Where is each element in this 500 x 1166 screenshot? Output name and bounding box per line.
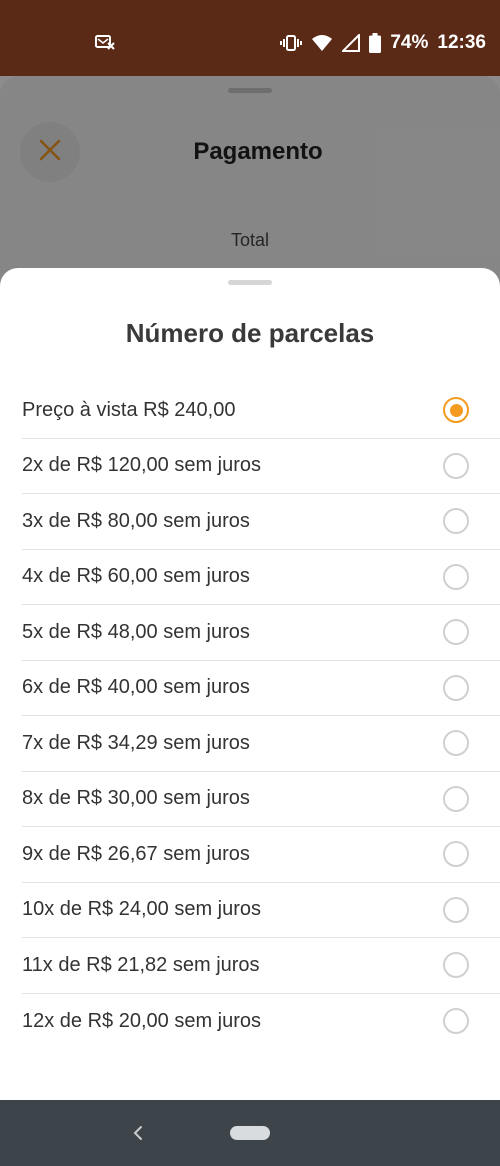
installment-option[interactable]: 11x de R$ 21,82 sem juros: [22, 938, 500, 994]
status-bar: 74% 12:36: [0, 0, 500, 76]
installment-option-label: Preço à vista R$ 240,00: [22, 398, 236, 421]
installment-option-label: 10x de R$ 24,00 sem juros: [22, 898, 262, 921]
installment-option[interactable]: Preço à vista R$ 240,00: [22, 383, 500, 439]
radio-unselected[interactable]: [443, 674, 469, 701]
installment-option-label: 7x de R$ 34,29 sem juros: [22, 731, 250, 754]
back-icon[interactable]: [130, 1122, 146, 1144]
radio-unselected[interactable]: [443, 896, 469, 923]
installment-option[interactable]: 6x de R$ 40,00 sem juros: [22, 661, 500, 716]
installment-option-label: 9x de R$ 26,67 sem juros: [22, 842, 250, 865]
installment-option[interactable]: 10x de R$ 24,00 sem juros: [22, 883, 500, 938]
screen: 74% 12:36 Pagamento Total Número de parc…: [0, 0, 500, 1166]
radio-unselected[interactable]: [443, 841, 469, 868]
battery-percent: 74%: [390, 32, 429, 53]
home-pill-button[interactable]: [230, 1126, 270, 1140]
installment-option[interactable]: 7x de R$ 34,29 sem juros: [22, 716, 500, 772]
sheet-drag-handle[interactable]: [228, 280, 272, 285]
radio-unselected[interactable]: [443, 563, 469, 590]
installment-option[interactable]: 4x de R$ 60,00 sem juros: [22, 550, 500, 605]
installment-option[interactable]: 8x de R$ 30,00 sem juros: [22, 772, 500, 827]
installment-option-label: 5x de R$ 48,00 sem juros: [22, 620, 250, 643]
installments-sheet: Número de parcelas Preço à vista R$ 240,…: [0, 268, 500, 1100]
installment-option[interactable]: 5x de R$ 48,00 sem juros: [22, 605, 500, 661]
message-x-icon: [95, 34, 115, 50]
radio-unselected[interactable]: [443, 1008, 469, 1035]
sheet-title: Número de parcelas: [125, 318, 375, 348]
vibrate-icon: [280, 34, 303, 52]
signal-icon: [342, 34, 361, 52]
radio-unselected[interactable]: [443, 619, 469, 646]
radio-unselected[interactable]: [443, 730, 469, 757]
installment-options: Preço à vista R$ 240,00 2x de R$ 120,00 s…: [0, 383, 500, 1049]
radio-unselected[interactable]: [443, 785, 469, 812]
battery-icon: [369, 33, 382, 53]
radio-unselected[interactable]: [443, 508, 469, 535]
radio-selected[interactable]: [443, 397, 469, 424]
installment-option[interactable]: 9x de R$ 26,67 sem juros: [22, 827, 500, 883]
installment-option-label: 11x de R$ 21,82 sem juros: [22, 953, 260, 976]
installment-option-label: 2x de R$ 120,00 sem juros: [22, 454, 262, 477]
navigation-bar: [0, 1100, 500, 1166]
radio-unselected[interactable]: [443, 452, 469, 479]
installment-option[interactable]: 3x de R$ 80,00 sem juros: [22, 494, 500, 550]
installment-option-label: 3x de R$ 80,00 sem juros: [22, 509, 250, 532]
installment-option-label: 6x de R$ 40,00 sem juros: [22, 676, 250, 699]
installment-option[interactable]: 2x de R$ 120,00 sem juros: [22, 439, 500, 494]
installment-option-label: 8x de R$ 30,00 sem juros: [22, 787, 250, 810]
clock: 12:36: [437, 32, 486, 53]
installment-option-label: 12x de R$ 20,00 sem juros: [22, 1009, 262, 1032]
wifi-icon: [311, 34, 333, 52]
installment-option-label: 4x de R$ 60,00 sem juros: [22, 565, 250, 588]
installment-option[interactable]: 12x de R$ 20,00 sem juros: [22, 994, 500, 1050]
radio-unselected[interactable]: [443, 952, 469, 979]
